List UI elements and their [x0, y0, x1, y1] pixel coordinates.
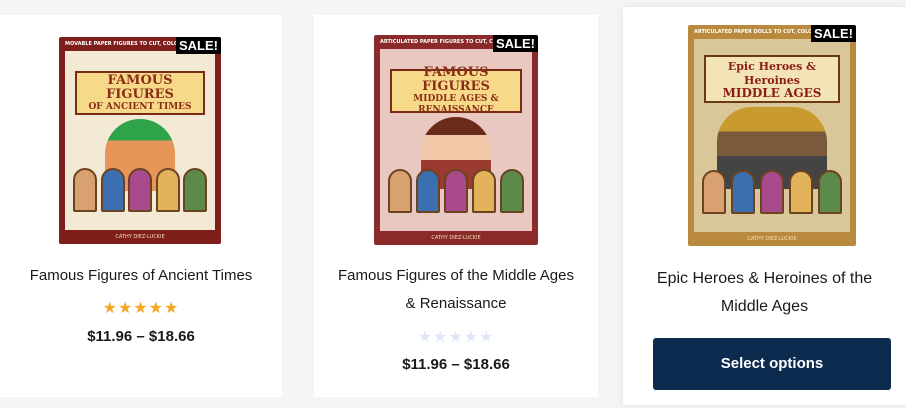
cover-title-plate: Epic Heroes & Heroines MIDDLE AGES	[704, 55, 840, 103]
cover-mini-figure	[416, 169, 440, 213]
cover-mini-figure	[444, 169, 468, 213]
product-title-line: Epic Heroes & Heroines of the	[656, 270, 873, 287]
cover-title: Epic Heroes & Heroines	[727, 59, 817, 87]
cover-panel: FAMOUS FIGURES MIDDLE AGES & RENAISSANCE	[380, 49, 532, 231]
product-card-middle-ages-renaissance: ARTICULATED PAPER FIGURES TO CUT, COLOR,…	[314, 15, 598, 397]
rating-stars: ★★★★★	[102, 298, 180, 317]
cover-mini-figure	[500, 169, 524, 213]
cover-author: CATHY DIEZ-LUCKIE	[115, 234, 165, 240]
sale-badge: SALE!	[493, 35, 538, 52]
product-title[interactable]: Famous Figures of Ancient Times	[0, 262, 282, 290]
cover-mini-figure	[183, 168, 207, 212]
cover-title-plate: FAMOUS FIGURES OF ANCIENT TIMES	[75, 71, 205, 115]
product-title-line: Famous Figures of the Middle Ages	[338, 267, 574, 284]
cover-mini-figure	[100, 168, 125, 212]
cover-panel: Epic Heroes & Heroines MIDDLE AGES	[694, 39, 850, 232]
select-options-button[interactable]: Select options	[653, 338, 891, 390]
cover-subtitle: MIDDLE AGES	[722, 85, 822, 100]
cover-mini-figure	[731, 170, 755, 214]
product-cover-image[interactable]: ARTICULATED PAPER FIGURES TO CUT, COLOR,…	[374, 35, 538, 245]
cover-subtitle: OF ANCIENT TIMES	[88, 101, 192, 112]
cover-mini-figure	[388, 169, 412, 213]
cover-panel: FAMOUS FIGURES OF ANCIENT TIMES	[65, 51, 215, 230]
product-cover-image[interactable]: ARTICULATED PAPER DOLLS TO CUT, COLOR, A…	[688, 25, 856, 246]
cover-subtitle: MIDDLE AGES & RENAISSANCE	[413, 94, 499, 115]
product-title[interactable]: Famous Figures of the Middle Ages & Rena…	[314, 262, 598, 318]
product-price: $11.96 – $18.66	[87, 328, 195, 345]
cover-figure-row	[73, 168, 207, 212]
cover-mini-figure	[73, 168, 97, 212]
cover-author: CATHY DIEZ-LUCKIE	[747, 236, 797, 242]
rating-stars-empty: ★★★★★	[417, 327, 495, 346]
cover-mini-figure	[155, 168, 180, 212]
product-card-epic-heroes: ARTICULATED PAPER DOLLS TO CUT, COLOR, A…	[623, 7, 906, 405]
cover-mini-figure	[702, 170, 726, 214]
cover-figure-row	[388, 169, 524, 213]
product-card-ancient-times: MOVABLE PAPER FIGURES TO CUT, COLOR, AND…	[0, 15, 282, 397]
cover-figure-row	[702, 170, 842, 214]
product-title-line: Middle Ages	[720, 298, 809, 315]
sale-badge: SALE!	[176, 37, 221, 54]
cover-mini-figure	[472, 169, 496, 213]
cover-title: FAMOUS FIGURES	[106, 72, 174, 102]
cover-title: FAMOUS FIGURES	[422, 65, 490, 94]
cover-title-plate: FAMOUS FIGURES MIDDLE AGES & RENAISSANCE	[390, 65, 522, 115]
product-title-line: & Renaissance	[405, 295, 507, 312]
cover-mini-figure	[760, 170, 784, 214]
product-price: $11.96 – $18.66	[402, 356, 510, 373]
product-cover-image[interactable]: MOVABLE PAPER FIGURES TO CUT, COLOR, AND…	[59, 37, 221, 244]
cover-mini-figure	[818, 170, 842, 214]
cover-author: CATHY DIEZ-LUCKIE	[431, 235, 481, 241]
cover-mini-figure	[789, 170, 813, 214]
sale-badge: SALE!	[811, 25, 856, 42]
product-title[interactable]: Epic Heroes & Heroines of the Middle Age…	[623, 265, 906, 321]
cover-mini-figure	[128, 168, 152, 212]
